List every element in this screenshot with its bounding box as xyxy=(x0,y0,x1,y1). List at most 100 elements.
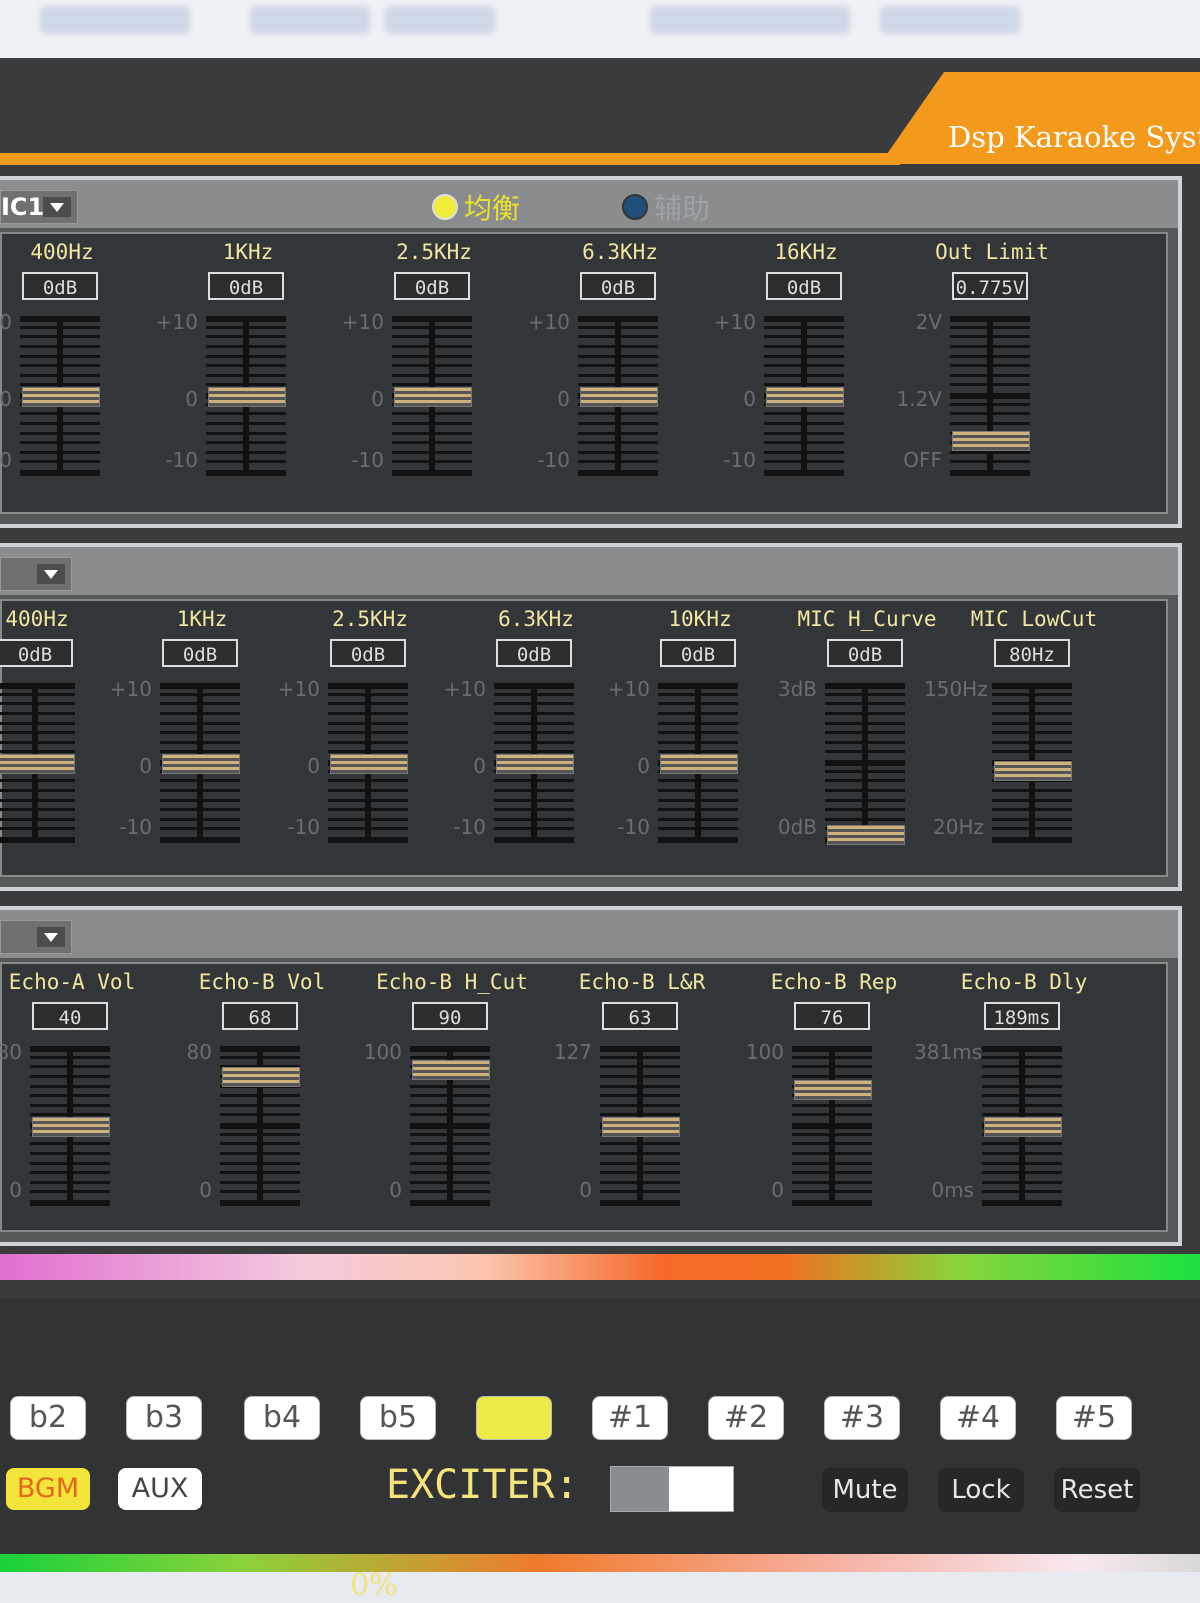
slider-knob[interactable] xyxy=(984,1117,1062,1137)
slider-knob[interactable] xyxy=(827,825,905,845)
slider-track[interactable] xyxy=(992,683,1072,843)
channel-value-input[interactable]: 68 xyxy=(222,1002,298,1030)
scale-label: 100 xyxy=(745,1040,784,1064)
slider-track[interactable] xyxy=(950,316,1030,476)
slider-track[interactable] xyxy=(220,1046,300,1206)
radio-aux[interactable]: 辅助 xyxy=(622,192,710,225)
slider-knob[interactable] xyxy=(162,754,240,774)
channel-label: 2.5KHz xyxy=(332,607,408,631)
preset-button[interactable]: b4 xyxy=(244,1396,320,1440)
scale-label: -10 xyxy=(351,448,384,472)
brand-title: Dsp Karaoke Syst xyxy=(948,120,1200,154)
scale-label: -10 xyxy=(119,815,152,839)
channel-value-input[interactable]: 0dB xyxy=(208,272,284,300)
blurred-tab xyxy=(250,6,370,34)
channel-dropdown[interactable] xyxy=(0,920,72,954)
slider-track[interactable] xyxy=(328,683,408,843)
reset-button[interactable]: Reset xyxy=(1054,1468,1140,1512)
exciter-toggle[interactable] xyxy=(610,1466,734,1512)
slider-track[interactable] xyxy=(410,1046,490,1206)
slider-track[interactable] xyxy=(658,683,738,843)
slider-knob[interactable] xyxy=(660,754,738,774)
channel-value-input[interactable]: 0dB xyxy=(827,639,903,667)
slider-track[interactable] xyxy=(20,316,100,476)
slider-track[interactable] xyxy=(600,1046,680,1206)
scale-label: +10 xyxy=(527,310,570,334)
slider-knob[interactable] xyxy=(994,761,1072,782)
slider-track[interactable] xyxy=(494,683,574,843)
preset-button[interactable]: #4 xyxy=(940,1396,1016,1440)
slider-knob[interactable] xyxy=(412,1060,490,1081)
channel-value-input[interactable]: 0dB xyxy=(394,272,470,300)
channel-value-input[interactable]: 0dB xyxy=(0,639,73,667)
slider-track[interactable] xyxy=(392,316,472,476)
preset-button[interactable]: #3 xyxy=(824,1396,900,1440)
slider-track[interactable] xyxy=(764,316,844,476)
radio-dot-icon xyxy=(432,194,458,220)
slider-knob[interactable] xyxy=(952,431,1030,452)
preset-button[interactable]: #5 xyxy=(1056,1396,1132,1440)
slider-track[interactable] xyxy=(30,1046,110,1206)
chevron-down-icon[interactable] xyxy=(43,197,71,217)
mute-button[interactable]: Mute xyxy=(822,1468,908,1512)
channel-value-input[interactable]: 0dB xyxy=(22,272,98,300)
slider-knob[interactable] xyxy=(794,1080,872,1101)
channel-value-input[interactable]: 63 xyxy=(602,1002,678,1030)
slider-track[interactable] xyxy=(578,316,658,476)
slider-track[interactable] xyxy=(0,683,75,843)
chevron-down-icon[interactable] xyxy=(37,564,65,584)
slider-track[interactable] xyxy=(982,1046,1062,1206)
channel-label: MIC LowCut xyxy=(970,607,1098,631)
channel-label: 1KHz xyxy=(176,607,228,631)
channel-dropdown[interactable] xyxy=(0,557,72,591)
preset-button[interactable]: b3 xyxy=(126,1396,202,1440)
channel-value-input[interactable]: 76 xyxy=(794,1002,870,1030)
slider-knob[interactable] xyxy=(208,387,286,407)
channel-value-input[interactable]: 0dB xyxy=(496,639,572,667)
source-bgm-button[interactable]: BGM xyxy=(6,1468,90,1510)
slider-knob[interactable] xyxy=(394,387,472,407)
slider-track[interactable] xyxy=(825,683,905,845)
channel-value-input[interactable]: 40 xyxy=(32,1002,108,1030)
slider-track[interactable] xyxy=(206,316,286,476)
channel-value-input[interactable]: 0.775V xyxy=(952,272,1028,300)
channel-value-input[interactable]: 0dB xyxy=(660,639,736,667)
scale-label: +10 xyxy=(341,310,384,334)
scale-label: 0 xyxy=(139,754,152,778)
slider-knob[interactable] xyxy=(580,387,658,407)
scale-label: 0 xyxy=(771,1178,784,1202)
slider-knob[interactable] xyxy=(222,1067,300,1088)
slider-knob[interactable] xyxy=(602,1117,680,1137)
channel-value-input[interactable]: 0dB xyxy=(330,639,406,667)
level-meter-top xyxy=(0,1254,1200,1280)
channel-value-input[interactable]: 80Hz xyxy=(994,639,1070,667)
preset-button[interactable]: #1 xyxy=(592,1396,668,1440)
radio-label: 均衡 xyxy=(464,192,521,225)
preset-button[interactable]: b5 xyxy=(360,1396,436,1440)
channel-dropdown[interactable]: IC1 xyxy=(0,190,78,224)
slider-knob[interactable] xyxy=(32,1117,110,1137)
channel-value-input[interactable]: 0dB xyxy=(162,639,238,667)
preset-button[interactable]: #2 xyxy=(708,1396,784,1440)
slider-track[interactable] xyxy=(160,683,240,843)
radio-eq[interactable]: 均衡 xyxy=(432,192,520,225)
preset-button[interactable] xyxy=(476,1396,552,1440)
scale-label: +10 xyxy=(155,310,198,334)
channel-label: Out Limit xyxy=(935,240,1049,264)
channel-value-input[interactable]: 90 xyxy=(412,1002,488,1030)
slider-knob[interactable] xyxy=(0,754,75,774)
source-aux-button[interactable]: AUX xyxy=(118,1468,202,1510)
channel-value-input[interactable]: 189ms xyxy=(984,1002,1060,1030)
slider-knob[interactable] xyxy=(496,754,574,774)
chevron-down-icon[interactable] xyxy=(37,927,65,947)
preset-button[interactable]: b2 xyxy=(10,1396,86,1440)
channel-value-input[interactable]: 0dB xyxy=(766,272,842,300)
slider-knob[interactable] xyxy=(22,387,100,407)
echo-panel: 80 0 Echo-A Vol 40 80 0 Echo-B Vol 68 100 0 Echo-B… xyxy=(0,906,1182,1246)
slider-track[interactable] xyxy=(792,1046,872,1206)
slider-knob[interactable] xyxy=(330,754,408,774)
channel-value-input[interactable]: 0dB xyxy=(580,272,656,300)
scale-label: 0 xyxy=(185,387,198,411)
slider-knob[interactable] xyxy=(766,387,844,407)
lock-button[interactable]: Lock xyxy=(938,1468,1024,1512)
